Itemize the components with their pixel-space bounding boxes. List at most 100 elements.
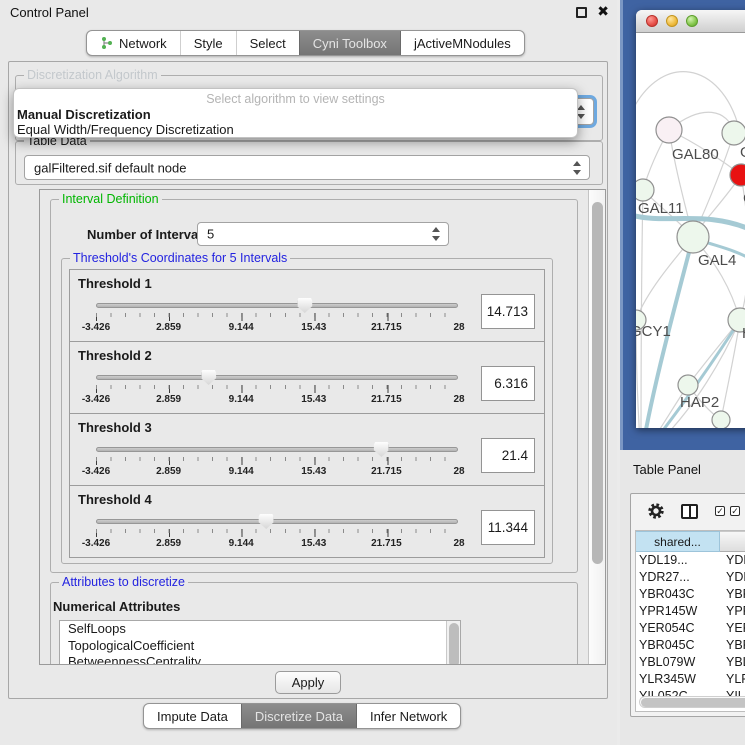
- table-row[interactable]: YER054CYER0: [636, 620, 745, 637]
- tab-cyni-toolbox[interactable]: Cyni Toolbox: [299, 31, 401, 55]
- discretization-algorithm-title: Discretization Algorithm: [24, 68, 161, 82]
- number-of-intervals-value: 5: [207, 227, 214, 242]
- control-panel-titlebar: Control Panel ✖: [0, 0, 617, 24]
- table-row[interactable]: YDR27...YDR2: [636, 569, 745, 586]
- threshold-4-slider[interactable]: [96, 519, 458, 524]
- threshold-2-value-field[interactable]: 6.316: [481, 366, 535, 401]
- table-row[interactable]: YLR345WYLR3: [636, 671, 745, 688]
- dropdown-option-manual[interactable]: Manual Discretization: [17, 107, 151, 122]
- table-panel-title: Table Panel: [633, 462, 701, 477]
- node-red-selected[interactable]: [730, 164, 745, 186]
- node-gal4[interactable]: [677, 221, 709, 253]
- table-row[interactable]: YBL079WYBL0: [636, 654, 745, 671]
- table-panel: ✓ ✓ shared... na YDL19...YDL1 YDR27...YD…: [630, 493, 745, 717]
- close-traffic-light-icon[interactable]: [646, 15, 658, 27]
- slider-ticks: [96, 457, 459, 465]
- list-item[interactable]: BetweennessCentrality: [60, 654, 460, 665]
- number-of-intervals-label: Number of Intervals: [87, 227, 209, 242]
- threshold-1-slider-thumb[interactable]: [297, 298, 312, 313]
- column-header-shared-name[interactable]: shared...: [636, 531, 720, 552]
- threshold-1-slider[interactable]: [96, 303, 458, 308]
- slider-ticks: [96, 313, 459, 321]
- tab-impute-data[interactable]: Impute Data: [144, 704, 241, 728]
- column-header-name[interactable]: na: [720, 531, 745, 552]
- tab-network-label: Network: [119, 31, 167, 56]
- list-item[interactable]: SelfLoops: [60, 621, 460, 638]
- zoom-traffic-light-icon[interactable]: [686, 15, 698, 27]
- slider-scale-labels: -3.426 2.859 9.144 15.43 21.715 28: [96, 394, 459, 406]
- scrollbar-thumb[interactable]: [641, 698, 745, 707]
- threshold-4-slider-thumb[interactable]: [259, 514, 274, 529]
- numerical-attributes-list[interactable]: SelfLoops TopologicalCoefficient Between…: [59, 620, 461, 665]
- threshold-3-label: Threshold 3: [78, 420, 152, 435]
- table-panel-titlebar: Table Panel: [620, 450, 745, 488]
- threshold-2-slider[interactable]: [96, 375, 458, 380]
- slider-scale-labels: -3.426 2.859 9.144 15.43 21.715 28: [96, 538, 459, 550]
- threshold-2-box: Threshold 2 -3.426 2.859 9.144 15.43 21.…: [69, 341, 545, 414]
- table-toolbar: ✓ ✓: [631, 494, 745, 530]
- threshold-3-box: Threshold 3 -3.426 2.859 9.144 15.43 21.…: [69, 413, 545, 486]
- node-label: GCY1: [636, 323, 671, 340]
- node-bottom[interactable]: [712, 411, 730, 428]
- node-gal11[interactable]: [636, 179, 654, 201]
- network-window-titlebar[interactable]: [636, 10, 745, 33]
- node-top-right[interactable]: [722, 121, 745, 145]
- table-data-combobox[interactable]: galFiltered.sif default node: [24, 155, 590, 180]
- table-horizontal-scrollbar[interactable]: [639, 696, 745, 708]
- network-icon: [100, 36, 114, 50]
- table-row[interactable]: YBR045CYBR0: [636, 637, 745, 654]
- threshold-3-value-field[interactable]: 21.4: [481, 438, 535, 473]
- threshold-4-value-field[interactable]: 11.344: [481, 510, 535, 545]
- node-label: HAP2: [680, 394, 719, 411]
- tab-discretize-data[interactable]: Discretize Data: [241, 704, 357, 728]
- list-vertical-scrollbar[interactable]: [446, 621, 460, 665]
- tab-jactivemnodules[interactable]: jActiveMNodules: [401, 31, 524, 55]
- scrollbar-thumb[interactable]: [592, 202, 603, 564]
- slider-ticks: [96, 385, 459, 393]
- dropdown-option-equal-width[interactable]: Equal Width/Frequency Discretization: [17, 122, 234, 137]
- table-row[interactable]: YPR145WYPR1: [636, 603, 745, 620]
- tab-style[interactable]: Style: [180, 31, 236, 55]
- list-item[interactable]: TopologicalCoefficient: [60, 638, 460, 655]
- threshold-coordinates-title: Threshold's Coordinates for 5 Intervals: [70, 251, 290, 265]
- panel-title: Control Panel: [10, 5, 89, 20]
- table-row[interactable]: YBR043CYBR0: [636, 586, 745, 603]
- threshold-2-slider-thumb[interactable]: [201, 370, 216, 385]
- tab-network[interactable]: Network: [87, 31, 180, 55]
- network-canvas[interactable]: GAL80 GA C GAL11 GAL4 GCY1 H HAP2: [636, 33, 745, 428]
- slider-scale-labels: -3.426 2.859 9.144 15.43 21.715 28: [96, 322, 459, 334]
- combo-arrows-icon: [577, 105, 586, 119]
- interval-definition-group: Interval Definition Number of Intervals …: [50, 199, 578, 573]
- node-label: GAL11: [638, 200, 684, 217]
- close-icon[interactable]: ✖: [597, 3, 609, 20]
- apply-button[interactable]: Apply: [275, 671, 341, 694]
- network-window-frame: GAL80 GA C GAL11 GAL4 GCY1 H HAP2: [620, 0, 745, 450]
- slider-scale-labels: -3.426 2.859 9.144 15.43 21.715 28: [96, 466, 459, 478]
- top-tab-bar: Network Style Select Cyni Toolbox jActiv…: [86, 30, 525, 56]
- threshold-3-slider[interactable]: [96, 447, 458, 452]
- minimize-traffic-light-icon[interactable]: [666, 15, 678, 27]
- node-pink[interactable]: [656, 117, 682, 143]
- float-window-icon[interactable]: [576, 7, 587, 18]
- node-hap2[interactable]: [678, 375, 698, 395]
- threshold-1-value-field[interactable]: 14.713: [481, 294, 535, 329]
- threshold-4-label: Threshold 4: [78, 492, 152, 507]
- number-of-intervals-combobox[interactable]: 5: [197, 222, 449, 246]
- network-window: GAL80 GA C GAL11 GAL4 GCY1 H HAP2: [636, 10, 745, 428]
- node-label: GA: [740, 144, 745, 161]
- tab-select[interactable]: Select: [236, 31, 299, 55]
- threshold-4-box: Threshold 4 -3.426 2.859 9.144 15.43 21.…: [69, 485, 545, 558]
- threshold-3-slider-thumb[interactable]: [374, 442, 389, 457]
- attributes-group-title: Attributes to discretize: [59, 575, 188, 589]
- checkbox-icon[interactable]: ✓: [715, 506, 725, 516]
- control-panel: Control Panel ✖ Network Style Select Cyn…: [0, 0, 617, 745]
- split-columns-icon[interactable]: [681, 504, 698, 519]
- table-row[interactable]: YDL19...YDL1: [636, 552, 745, 569]
- checkbox-icon[interactable]: ✓: [730, 506, 740, 516]
- gear-icon[interactable]: [647, 502, 665, 520]
- attributes-group: Attributes to discretize Numerical Attri…: [50, 582, 578, 665]
- node-label: GAL4: [698, 252, 736, 269]
- main-vertical-scrollbar[interactable]: [588, 190, 605, 664]
- node-label: GAL80: [672, 146, 719, 163]
- tab-infer-network[interactable]: Infer Network: [357, 704, 460, 728]
